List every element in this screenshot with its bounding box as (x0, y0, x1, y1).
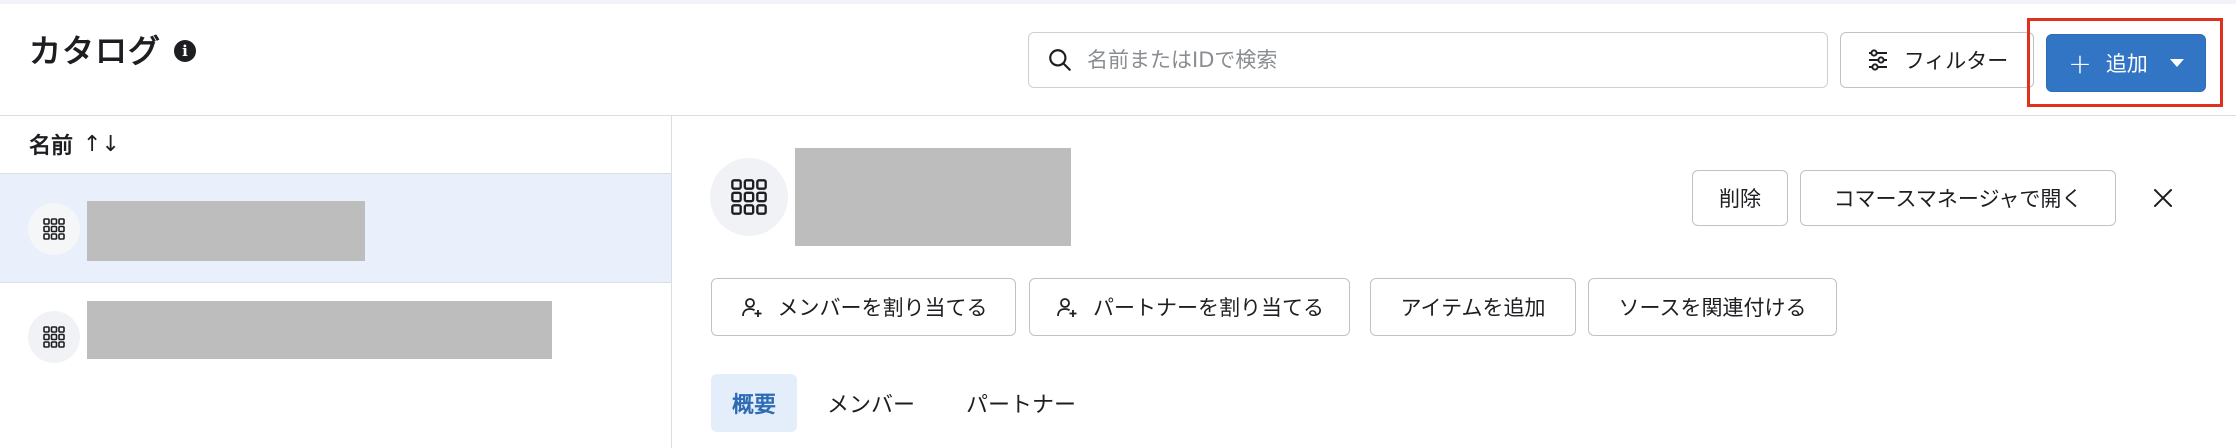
redacted-name (87, 301, 552, 359)
filter-button[interactable]: フィルター (1840, 32, 2034, 88)
add-item-button[interactable]: アイテムを追加 (1370, 278, 1576, 336)
assign-partner-label: パートナーを割り当てる (1093, 296, 1324, 320)
page-header: カタログ i フィルター + 追加 (0, 4, 2236, 116)
search-icon (1049, 49, 1071, 71)
name-column-header[interactable]: 名前 ↑↓ (29, 128, 120, 160)
add-button-label: 追加 (2105, 52, 2148, 76)
redacted-catalog-name (795, 148, 1071, 246)
redacted-name (87, 201, 365, 261)
plus-icon: + (2068, 46, 2092, 80)
assign-member-button[interactable]: メンバーを割り当てる (711, 278, 1016, 336)
caret-down-icon[interactable] (2169, 59, 2184, 67)
add-person-icon (741, 298, 761, 317)
search-input[interactable] (1087, 48, 1807, 72)
sliders-icon (1868, 49, 1887, 71)
grid-icon (28, 203, 80, 255)
name-column-label: 名前 (29, 134, 74, 159)
assign-partner-button[interactable]: パートナーを割り当てる (1029, 278, 1350, 336)
grid-icon (710, 158, 788, 236)
link-source-button[interactable]: ソースを関連付ける (1588, 278, 1837, 336)
add-person-icon (1057, 298, 1077, 317)
tab-overview[interactable]: 概要 (711, 374, 797, 432)
delete-button[interactable]: 削除 (1692, 170, 1788, 226)
grid-icon (28, 311, 80, 363)
tab-partners[interactable]: パートナー (956, 374, 1086, 432)
search-box[interactable] (1028, 32, 1828, 88)
filter-button-label: フィルター (1903, 49, 2009, 73)
sort-icon[interactable]: ↑↓ (83, 132, 120, 157)
open-in-commerce-manager-button[interactable]: コマースマネージャで開く (1800, 170, 2116, 226)
list-item[interactable] (0, 283, 671, 393)
catalog-list: 名前 ↑↓ (0, 116, 672, 448)
tab-members[interactable]: メンバー (816, 374, 926, 432)
close-icon[interactable] (2145, 180, 2181, 216)
info-icon[interactable]: i (174, 40, 196, 62)
add-button[interactable]: + 追加 (2046, 34, 2206, 92)
assign-member-label: メンバーを割り当てる (777, 296, 988, 320)
list-item[interactable] (0, 173, 671, 283)
page-title: カタログ (29, 32, 162, 70)
